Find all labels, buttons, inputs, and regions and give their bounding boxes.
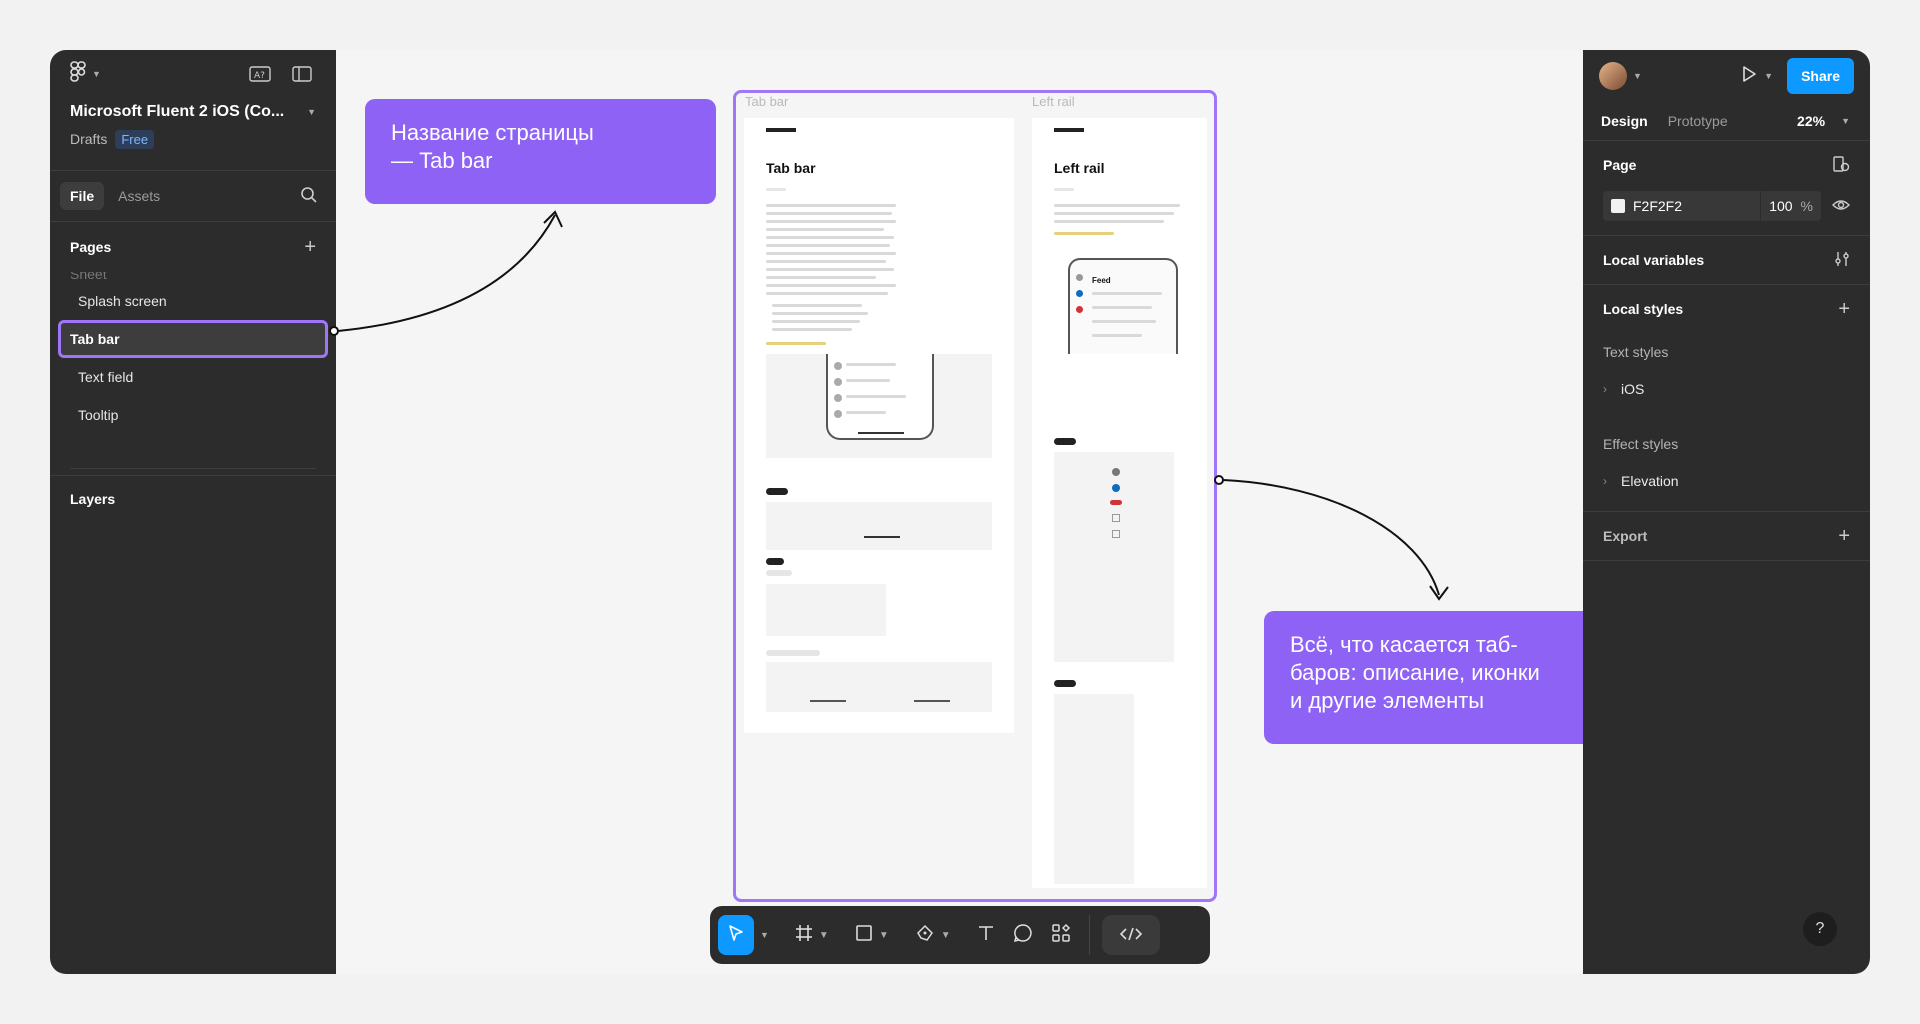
- page-heading: Page: [1603, 157, 1637, 173]
- text-styles-label: Text styles: [1603, 344, 1669, 360]
- chevron-down-icon: ▼: [878, 929, 889, 941]
- bottom-toolbar: ▼ ▼ ▼ ▼: [710, 906, 1210, 964]
- text-tool[interactable]: [971, 915, 1001, 955]
- text-style-ios[interactable]: › iOS: [1583, 371, 1870, 407]
- pen-tool[interactable]: ▼: [909, 915, 957, 955]
- frame-tool[interactable]: ▼: [789, 915, 835, 955]
- text-icon: [977, 924, 995, 947]
- actions-tool[interactable]: [1045, 915, 1077, 955]
- comment-icon: [1013, 923, 1033, 948]
- chevron-right-icon: ›: [1603, 474, 1607, 488]
- color-swatch[interactable]: [1611, 199, 1625, 213]
- user-avatar[interactable]: [1599, 62, 1627, 90]
- tab-prototype[interactable]: Prototype: [1662, 109, 1734, 133]
- local-styles-heading: Local styles: [1603, 301, 1684, 317]
- zoom-level[interactable]: 22%: [1797, 113, 1825, 129]
- page-fill-field[interactable]: F2F2F2 100 %: [1603, 191, 1821, 221]
- add-export-icon[interactable]: +: [1838, 525, 1850, 548]
- tab-design[interactable]: Design: [1595, 109, 1654, 133]
- divider: [1583, 560, 1870, 561]
- move-tool[interactable]: [718, 915, 754, 955]
- text-style-label: iOS: [1621, 381, 1645, 397]
- help-button[interactable]: ?: [1803, 912, 1837, 946]
- chevron-down-icon: ▼: [818, 929, 829, 941]
- figma-window: ▼ A? Microsoft Fluent 2 iOS (Co... ▼ Dra…: [50, 50, 1870, 974]
- chevron-right-icon: ›: [1603, 382, 1607, 396]
- effect-styles-label: Effect styles: [1603, 436, 1679, 452]
- chevron-down-icon: ▼: [940, 929, 951, 941]
- chevron-down-icon[interactable]: ▼: [1764, 71, 1773, 81]
- effect-style-label: Elevation: [1621, 473, 1679, 489]
- cursor-icon: [727, 924, 745, 947]
- dev-mode-toggle[interactable]: [1101, 915, 1160, 955]
- export-heading[interactable]: Export: [1603, 528, 1647, 544]
- rectangle-icon: [855, 924, 873, 947]
- percent-sign: %: [1800, 198, 1813, 214]
- toolbar-divider: [1088, 915, 1090, 955]
- chevron-down-icon[interactable]: ▼: [760, 930, 769, 940]
- add-style-icon[interactable]: +: [1838, 298, 1850, 321]
- chevron-down-icon[interactable]: ▼: [1633, 71, 1642, 81]
- share-button[interactable]: Share: [1787, 58, 1854, 94]
- right-sidebar: ▼ ▼ Share Design Prototype 22% ▼ Page F2…: [1583, 50, 1870, 974]
- components-icon: [1051, 923, 1071, 948]
- shape-tool[interactable]: ▼: [849, 915, 895, 955]
- eye-icon[interactable]: [1832, 198, 1850, 215]
- local-variables-heading[interactable]: Local variables: [1603, 252, 1704, 268]
- comment-tool[interactable]: [1007, 915, 1039, 955]
- effect-style-elevation[interactable]: › Elevation: [1583, 463, 1870, 499]
- chevron-down-icon[interactable]: ▼: [1841, 116, 1850, 126]
- page-color-value[interactable]: F2F2F2: [1633, 198, 1752, 214]
- play-icon[interactable]: [1740, 65, 1758, 88]
- frame-icon: [795, 924, 813, 947]
- variables-icon[interactable]: [1834, 250, 1850, 271]
- page-opacity-value[interactable]: 100: [1769, 198, 1792, 214]
- page-library-icon[interactable]: [1832, 155, 1850, 176]
- pen-icon: [915, 923, 935, 948]
- code-icon: [1119, 926, 1142, 945]
